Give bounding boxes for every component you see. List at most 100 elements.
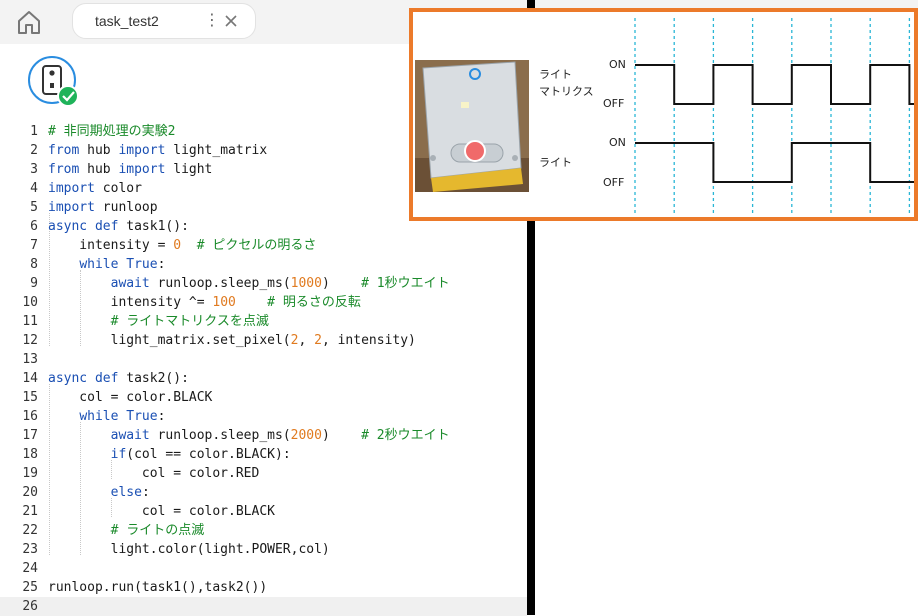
code-token: intensity = [48,238,174,253]
code-token: : [157,257,166,272]
timing-waveforms [634,18,914,216]
light-waveform [635,142,914,183]
code-token: runloop [94,200,158,215]
file-tab[interactable]: task_test2 ⋮ [72,3,256,39]
code-keyword: else [110,485,142,500]
code-keyword: from [48,162,80,177]
line-number: 21 [22,504,38,519]
code-line[interactable]: 9 await runloop.sleep_ms(1000) # 1秒ウエイト [0,274,527,293]
code-line[interactable]: 11 # ライトマトリクスを点滅 [0,312,527,331]
code-line[interactable]: 13 [0,350,527,369]
code-line[interactable]: 14 async def task2(): [0,369,527,388]
tab-label: task_test2 [95,13,159,29]
code-token: col = color.RED [48,466,260,481]
code-line[interactable]: 16 while True: [0,407,527,426]
code-line[interactable]: 10 intensity ^= 100 # 明るさの反転 [0,293,527,312]
code-comment: # 非同期処理の実験2 [48,124,176,139]
code-keyword: while True [79,409,158,424]
code-token: task2(): [118,371,189,386]
code-token: color [94,181,142,196]
code-line[interactable]: 26 [0,597,527,616]
line-number: 4 [30,181,38,196]
code-line[interactable]: 8 while True: [0,255,527,274]
code-keyword: await [110,276,150,291]
code-line[interactable]: 23 light.color(light.POWER,col) [0,540,527,559]
code-line[interactable]: 19 col = color.RED [0,464,527,483]
code-line[interactable]: 20 else: [0,483,527,502]
line-number: 22 [22,523,38,538]
code-token: : [157,409,166,424]
code-text: import runloop [48,198,158,217]
code-text: # 非同期処理の実験2 [48,122,175,141]
code-text: await runloop.sleep_ms(1000) # 1秒ウエイト [48,274,450,293]
code-comment: # 2秒ウエイト [361,428,450,443]
line-number: 16 [22,409,38,424]
line-number: 9 [30,276,38,291]
code-text: light.color(light.POWER,col) [48,540,330,559]
line-number: 12 [22,333,38,348]
code-line[interactable]: 7 intensity = 0 # ピクセルの明るさ [0,236,527,255]
code-text: from hub import light_matrix [48,141,267,160]
line-number: 6 [30,219,38,234]
code-token: , [298,333,315,348]
code-line[interactable]: 12 light_matrix.set_pixel(2, 2, intensit… [0,331,527,350]
code-token: light_matrix [165,143,268,158]
code-keyword: await [110,428,150,443]
code-text: from hub import light [48,160,212,179]
code-text: while True: [48,407,165,426]
code-line[interactable]: 17 await runloop.sleep_ms(2000) # 2秒ウエイト [0,426,527,445]
line-number: 23 [22,542,38,557]
code-token: ) [321,428,362,443]
code-keyword: import [118,162,166,177]
line-number: 1 [30,124,38,139]
code-token: light.color(light.POWER,col) [48,542,330,557]
code-text: light_matrix.set_pixel(2, 2, intensity) [48,331,416,350]
code-keyword: while True [79,257,158,272]
line-number: 25 [22,580,38,595]
code-line[interactable]: 18 if(col == color.BLACK): [0,445,527,464]
code-token: col = color.BLACK [48,504,275,519]
code-line[interactable]: 25 runloop.run(task1(),task2()) [0,578,527,597]
code-text: intensity = 0 # ピクセルの明るさ [48,236,316,255]
code-token: light [165,162,213,177]
code-text: while True: [48,255,165,274]
line-number: 5 [30,200,38,215]
code-line[interactable]: 24 [0,559,527,578]
line-number: 2 [30,143,38,158]
code-line[interactable]: 22 # ライトの点滅 [0,521,527,540]
code-token: : [141,485,150,500]
close-icon[interactable] [222,12,240,30]
code-token: hub [79,162,119,177]
hub-connected-icon[interactable] [28,56,80,108]
line-number: 14 [22,371,38,386]
code-token: , intensity) [321,333,416,348]
line-number: 17 [22,428,38,443]
more-vert-icon[interactable]: ⋮ [204,10,220,29]
code-line[interactable]: 21 col = color.BLACK [0,502,527,521]
code-token: runloop.run(task1(),task2()) [48,580,268,595]
code-comment: # 1秒ウエイト [361,276,450,291]
code-line[interactable]: 15 col = color.BLACK [0,388,527,407]
code-number: 1000 [290,276,322,291]
code-token: light_matrix.set_pixel( [48,333,291,348]
code-keyword: if [110,447,127,462]
line-number: 3 [30,162,38,177]
code-number: 100 [212,295,236,310]
code-number: 2 [314,333,322,348]
code-number: 2000 [290,428,322,443]
code-text: # ライトの点滅 [48,521,205,540]
code-token: intensity ^= [48,295,213,310]
home-button[interactable] [7,3,51,41]
code-text: if(col == color.BLACK): [48,445,291,464]
code-token: runloop.sleep_ms( [149,276,291,291]
line-number: 18 [22,447,38,462]
line-number: 20 [22,485,38,500]
line-number: 26 [22,599,38,614]
code-number: 0 [173,238,182,253]
